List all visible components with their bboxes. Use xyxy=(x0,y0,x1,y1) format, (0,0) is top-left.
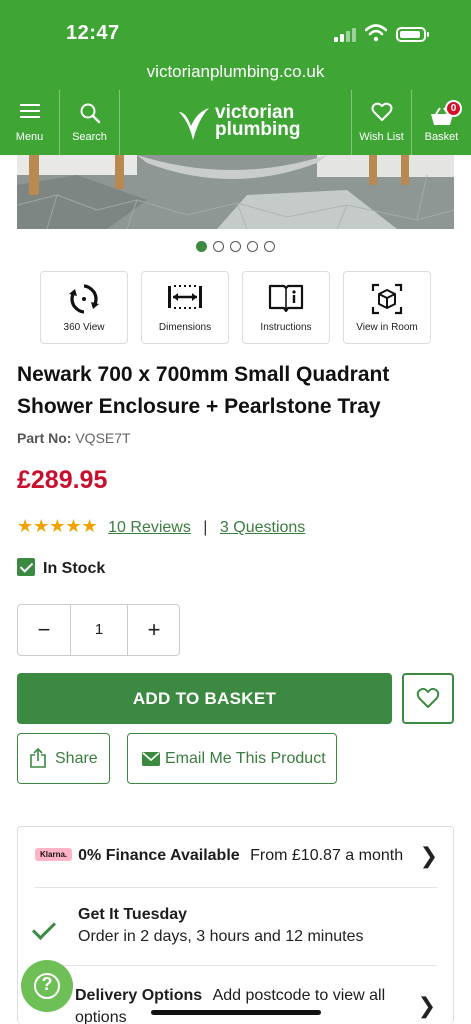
heart-icon xyxy=(371,102,392,121)
hamburger-icon xyxy=(19,104,40,118)
rotate-360-icon xyxy=(69,284,99,314)
status-bar: 12:47 xyxy=(0,22,471,48)
gallery-dot[interactable] xyxy=(196,241,207,252)
stock-status: In Stock xyxy=(17,558,105,578)
envelope-icon xyxy=(142,752,160,766)
decrease-quantity-button[interactable]: − xyxy=(18,605,70,655)
reviews-link[interactable]: 10 Reviews xyxy=(108,519,191,536)
part-number: Part No: VQSE7T xyxy=(17,430,131,446)
view-in-room-label: View in Room xyxy=(356,322,418,333)
product-image[interactable] xyxy=(17,155,454,229)
menu-button[interactable]: Menu xyxy=(0,90,59,155)
finance-row[interactable]: Klarna. 0% Finance Available From £10.87 … xyxy=(35,843,440,868)
menu-label: Menu xyxy=(15,131,44,143)
search-label: Search xyxy=(72,131,107,143)
stock-label: In Stock xyxy=(43,560,106,577)
bathroom-floor-image xyxy=(17,155,454,229)
main-nav: Menu Search victorian plumbing Wish List… xyxy=(0,90,471,155)
share-button[interactable]: Share xyxy=(17,733,110,784)
finance-title: 0% Finance Available xyxy=(78,847,240,864)
nav-divider xyxy=(119,90,120,155)
site-header: 12:47 victorianplumbing.co.uk Menu Searc… xyxy=(0,0,471,155)
delivery-date-title: Get It Tuesday xyxy=(78,906,188,923)
search-icon xyxy=(80,103,100,124)
gallery-dot[interactable] xyxy=(230,241,241,252)
gallery-dot[interactable] xyxy=(213,241,224,252)
360-view-button[interactable]: 360 View xyxy=(40,271,128,344)
search-button[interactable]: Search xyxy=(60,90,119,155)
delivery-options-title: Delivery Options xyxy=(75,987,203,1004)
wishlist-button[interactable]: Wish List xyxy=(352,90,411,155)
rating-separator: | xyxy=(203,519,208,536)
part-number-label: Part No: xyxy=(17,430,72,446)
360-view-label: 360 View xyxy=(63,322,105,333)
checkmark-icon xyxy=(31,915,57,941)
email-product-label: Email Me This Product xyxy=(165,750,326,767)
questions-link[interactable]: 3 Questions xyxy=(220,519,305,536)
home-indicator[interactable] xyxy=(151,1010,321,1015)
status-time: 12:47 xyxy=(66,22,120,44)
divider xyxy=(35,887,437,888)
delivery-options-row[interactable]: Delivery Options Add postcode to view al… xyxy=(75,985,405,1024)
email-product-button[interactable]: Email Me This Product xyxy=(127,733,337,784)
logo-text: victorian plumbing xyxy=(215,103,301,140)
gallery-pagination xyxy=(0,239,471,257)
increase-quantity-button[interactable]: + xyxy=(128,605,180,655)
site-logo[interactable]: victorian plumbing xyxy=(175,102,305,146)
dimensions-button[interactable]: Dimensions xyxy=(141,271,229,344)
rating-row: ★★★★★ 10 Reviews | 3 Questions xyxy=(17,516,305,537)
gallery-dot[interactable] xyxy=(264,241,275,252)
purchase-info-card: Klarna. 0% Finance Available From £10.87 … xyxy=(17,826,454,1024)
cellular-signal-icon xyxy=(334,28,358,42)
address-bar-url[interactable]: victorianplumbing.co.uk xyxy=(0,62,471,82)
add-to-basket-button[interactable]: ADD TO BASKET xyxy=(17,673,392,724)
book-info-icon xyxy=(268,284,304,313)
quantity-input[interactable]: 1 xyxy=(70,605,128,655)
instructions-button[interactable]: Instructions xyxy=(242,271,330,344)
wifi-icon xyxy=(365,24,387,42)
check-icon xyxy=(17,558,35,576)
basket-label: Basket xyxy=(424,131,459,143)
battery-icon xyxy=(396,27,429,42)
view-in-room-button[interactable]: View in Room xyxy=(343,271,431,344)
basket-button[interactable]: 0 Basket xyxy=(412,90,471,155)
chevron-right-icon: ❯ xyxy=(419,843,438,868)
share-label: Share xyxy=(55,750,98,767)
product-title: Newark 700 x 700mm Small Quadrant Shower… xyxy=(17,363,390,418)
basket-count-badge: 0 xyxy=(445,100,462,117)
cube-icon xyxy=(371,283,403,315)
wishlist-label: Wish List xyxy=(359,131,404,143)
product-price: £289.95 xyxy=(17,466,108,494)
delivery-countdown: Order in 2 days, 3 hours and 12 minutes xyxy=(78,928,364,945)
help-question-icon: ? xyxy=(41,974,53,994)
klarna-logo: Klarna. xyxy=(35,848,73,861)
star-rating: ★★★★★ xyxy=(17,516,98,536)
heart-icon xyxy=(416,687,440,708)
part-number-value: VQSE7T xyxy=(75,430,131,446)
divider xyxy=(35,965,437,966)
quantity-stepper: − 1 + xyxy=(17,604,180,656)
instructions-label: Instructions xyxy=(260,322,312,333)
gallery-dot[interactable] xyxy=(247,241,258,252)
logo-line-2: plumbing xyxy=(215,119,301,140)
help-chat-button[interactable]: ? xyxy=(21,960,73,1012)
dimensions-label: Dimensions xyxy=(158,322,212,333)
logo-mark-icon xyxy=(179,108,209,140)
finance-detail: From £10.87 a month xyxy=(250,847,404,864)
ruler-icon xyxy=(168,285,202,309)
share-icon xyxy=(30,748,46,768)
add-to-wishlist-button[interactable] xyxy=(402,673,454,724)
chevron-right-icon[interactable]: ❯ xyxy=(418,993,436,1019)
